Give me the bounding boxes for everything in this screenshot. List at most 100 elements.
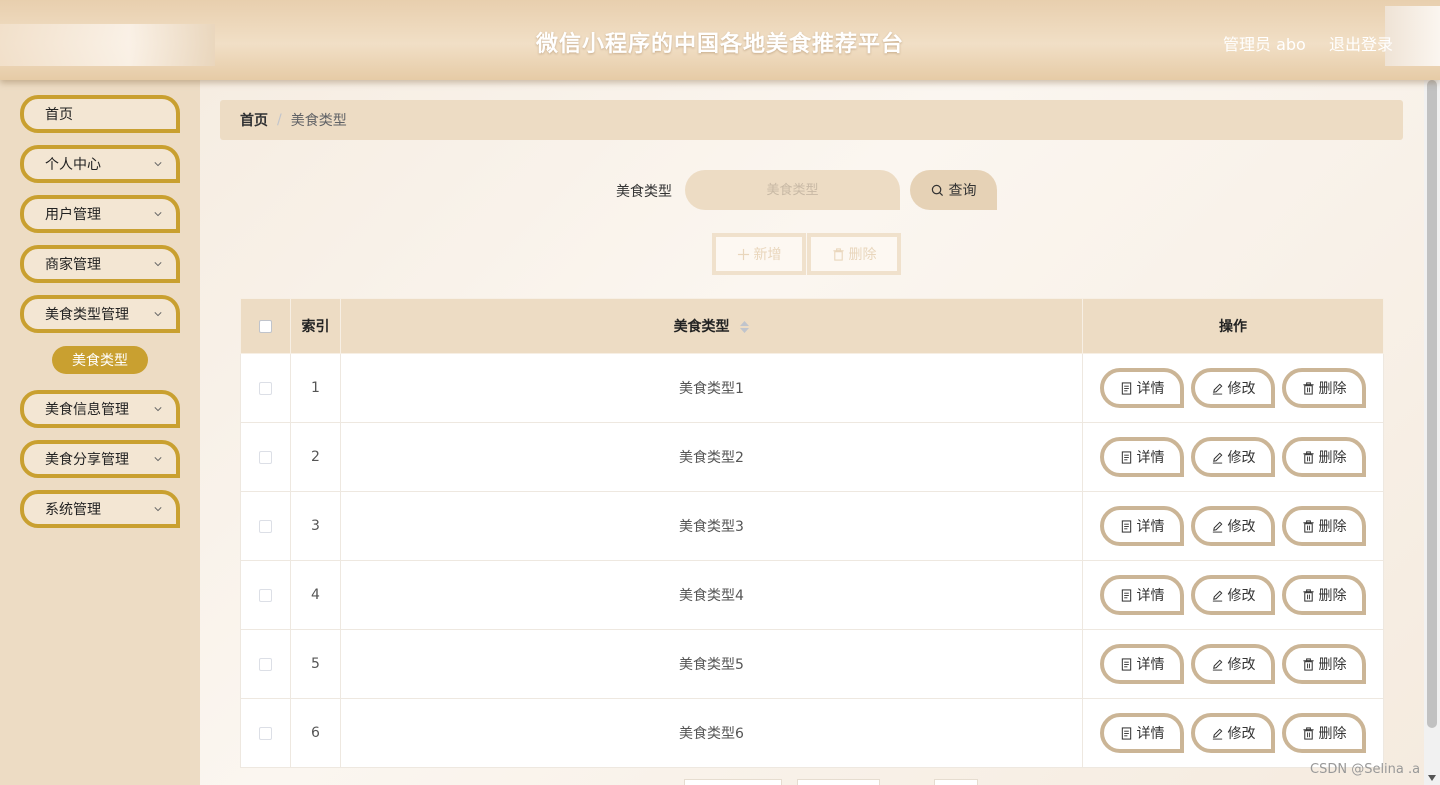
delete-button[interactable]: 删除 bbox=[1282, 506, 1366, 546]
row-checkbox[interactable] bbox=[259, 450, 272, 464]
document-icon bbox=[1121, 450, 1131, 464]
delete-button-label: 删除 bbox=[1318, 657, 1347, 673]
detail-button-label: 详情 bbox=[1136, 519, 1165, 535]
search-icon bbox=[931, 184, 943, 196]
chevron-down-icon bbox=[154, 162, 162, 167]
breadcrumb-home[interactable]: 首页 bbox=[240, 110, 268, 130]
row-index: 6 bbox=[290, 698, 341, 768]
row-checkbox[interactable] bbox=[259, 588, 272, 602]
sidebar-subitem-food-type[interactable]: 美食类型 bbox=[52, 346, 148, 374]
detail-button[interactable]: 详情 bbox=[1100, 575, 1184, 615]
trash-icon bbox=[1302, 519, 1314, 533]
plus-icon bbox=[737, 248, 749, 260]
detail-button[interactable]: 详情 bbox=[1100, 368, 1184, 408]
chevron-down-icon bbox=[154, 212, 162, 217]
document-icon bbox=[1121, 726, 1131, 740]
row-index: 5 bbox=[290, 629, 341, 699]
sidebar-item-user-management[interactable]: 用户管理 bbox=[20, 195, 180, 233]
edit-button[interactable]: 修改 bbox=[1191, 368, 1275, 408]
table-row: 5 美食类型5 详情 修改 删除 bbox=[240, 629, 1384, 699]
column-header-food-type[interactable]: 美食类型 bbox=[340, 298, 1083, 354]
trash-icon bbox=[832, 247, 844, 261]
pagination-prev[interactable] bbox=[684, 779, 782, 785]
edit-button-label: 修改 bbox=[1227, 726, 1256, 742]
detail-button[interactable]: 详情 bbox=[1100, 713, 1184, 753]
edit-button[interactable]: 修改 bbox=[1191, 644, 1275, 684]
row-checkbox[interactable] bbox=[259, 381, 272, 395]
table-row: 1 美食类型1 详情 修改 删除 bbox=[240, 353, 1384, 423]
select-all-checkbox[interactable] bbox=[259, 319, 272, 333]
delete-button[interactable]: 删除 bbox=[1282, 575, 1366, 615]
select-all-cell bbox=[240, 298, 291, 354]
delete-button-label: 删除 bbox=[1318, 381, 1347, 397]
main-content: 首页 / 美食类型 美食类型 查询 新增 删除 bbox=[200, 80, 1424, 785]
logout-link[interactable]: 退出登录 bbox=[1329, 31, 1393, 55]
row-checkbox[interactable] bbox=[259, 519, 272, 533]
row-checkbox[interactable] bbox=[259, 726, 272, 740]
row-actions-cell: 详情 修改 删除 bbox=[1082, 629, 1384, 699]
edit-button[interactable]: 修改 bbox=[1191, 713, 1275, 753]
detail-button-label: 详情 bbox=[1136, 588, 1165, 604]
edit-icon bbox=[1212, 452, 1222, 464]
food-type-table: 索引 美食类型 操作 1 美食类型1 详情 修改 删除 2 美食类型2 详情 修改 删除 3 美食类型… bbox=[240, 298, 1384, 768]
delete-button-label: 删除 bbox=[1318, 450, 1347, 466]
delete-button[interactable]: 删除 bbox=[1282, 437, 1366, 477]
batch-delete-button[interactable]: 删除 bbox=[807, 233, 901, 275]
edit-icon bbox=[1212, 383, 1222, 395]
table-row: 2 美食类型2 详情 修改 删除 bbox=[240, 422, 1384, 492]
delete-button-label: 删除 bbox=[1318, 588, 1347, 604]
row-select-cell bbox=[240, 491, 291, 561]
sidebar-item-food-share-management[interactable]: 美食分享管理 bbox=[20, 440, 180, 478]
edit-icon bbox=[1212, 521, 1222, 533]
trash-icon bbox=[1302, 588, 1314, 602]
sort-icon[interactable] bbox=[740, 321, 750, 333]
table-row: 4 美食类型4 详情 修改 删除 bbox=[240, 560, 1384, 630]
delete-button[interactable]: 删除 bbox=[1282, 368, 1366, 408]
sidebar-item-personal-center[interactable]: 个人中心 bbox=[20, 145, 180, 183]
column-header-actions: 操作 bbox=[1082, 298, 1384, 354]
search-button[interactable]: 查询 bbox=[910, 170, 997, 210]
table-row: 6 美食类型6 详情 修改 删除 bbox=[240, 698, 1384, 768]
edit-button-label: 修改 bbox=[1227, 657, 1256, 673]
sidebar-item-system-management[interactable]: 系统管理 bbox=[20, 490, 180, 528]
edit-icon bbox=[1212, 659, 1222, 671]
row-select-cell bbox=[240, 353, 291, 423]
sidebar-item-merchant-management[interactable]: 商家管理 bbox=[20, 245, 180, 283]
edit-button[interactable]: 修改 bbox=[1191, 506, 1275, 546]
page-scrollbar[interactable] bbox=[1424, 80, 1440, 785]
add-button[interactable]: 新增 bbox=[712, 233, 806, 275]
sidebar-item-label: 美食类型管理 bbox=[45, 307, 129, 323]
detail-button[interactable]: 详情 bbox=[1100, 506, 1184, 546]
row-select-cell bbox=[240, 422, 291, 492]
row-select-cell bbox=[240, 560, 291, 630]
delete-button[interactable]: 删除 bbox=[1282, 644, 1366, 684]
detail-button[interactable]: 详情 bbox=[1100, 644, 1184, 684]
scroll-down-arrow-icon[interactable] bbox=[1428, 775, 1436, 781]
row-food-type: 美食类型1 bbox=[340, 353, 1083, 423]
pagination-pages[interactable] bbox=[797, 779, 880, 785]
chevron-down-icon bbox=[154, 507, 162, 512]
edit-button-label: 修改 bbox=[1227, 381, 1256, 397]
detail-button[interactable]: 详情 bbox=[1100, 437, 1184, 477]
sidebar-item-label: 系统管理 bbox=[45, 502, 101, 518]
row-checkbox[interactable] bbox=[259, 657, 272, 671]
detail-button-label: 详情 bbox=[1136, 381, 1165, 397]
scrollbar-thumb[interactable] bbox=[1427, 80, 1437, 728]
breadcrumb: 首页 / 美食类型 bbox=[220, 100, 1403, 140]
sidebar: 首页 个人中心 用户管理 商家管理 美食类型管理 美食类型 美食信息管理 美食分… bbox=[0, 80, 200, 785]
sidebar-item-food-info-management[interactable]: 美食信息管理 bbox=[20, 390, 180, 428]
delete-button[interactable]: 删除 bbox=[1282, 713, 1366, 753]
edit-button[interactable]: 修改 bbox=[1191, 575, 1275, 615]
top-header: 微信小程序的中国各地美食推荐平台 管理员 abo 退出登录 bbox=[0, 0, 1440, 80]
sidebar-item-food-type-management[interactable]: 美食类型管理 bbox=[20, 295, 180, 333]
document-icon bbox=[1121, 657, 1131, 671]
edit-button[interactable]: 修改 bbox=[1191, 437, 1275, 477]
trash-icon bbox=[1302, 450, 1314, 464]
sidebar-item-label: 商家管理 bbox=[45, 257, 101, 273]
document-icon bbox=[1121, 381, 1131, 395]
row-food-type: 美食类型2 bbox=[340, 422, 1083, 492]
pagination-next[interactable] bbox=[934, 779, 978, 785]
trash-icon bbox=[1302, 381, 1314, 395]
sidebar-item-home[interactable]: 首页 bbox=[20, 95, 180, 133]
search-input[interactable] bbox=[685, 170, 900, 210]
